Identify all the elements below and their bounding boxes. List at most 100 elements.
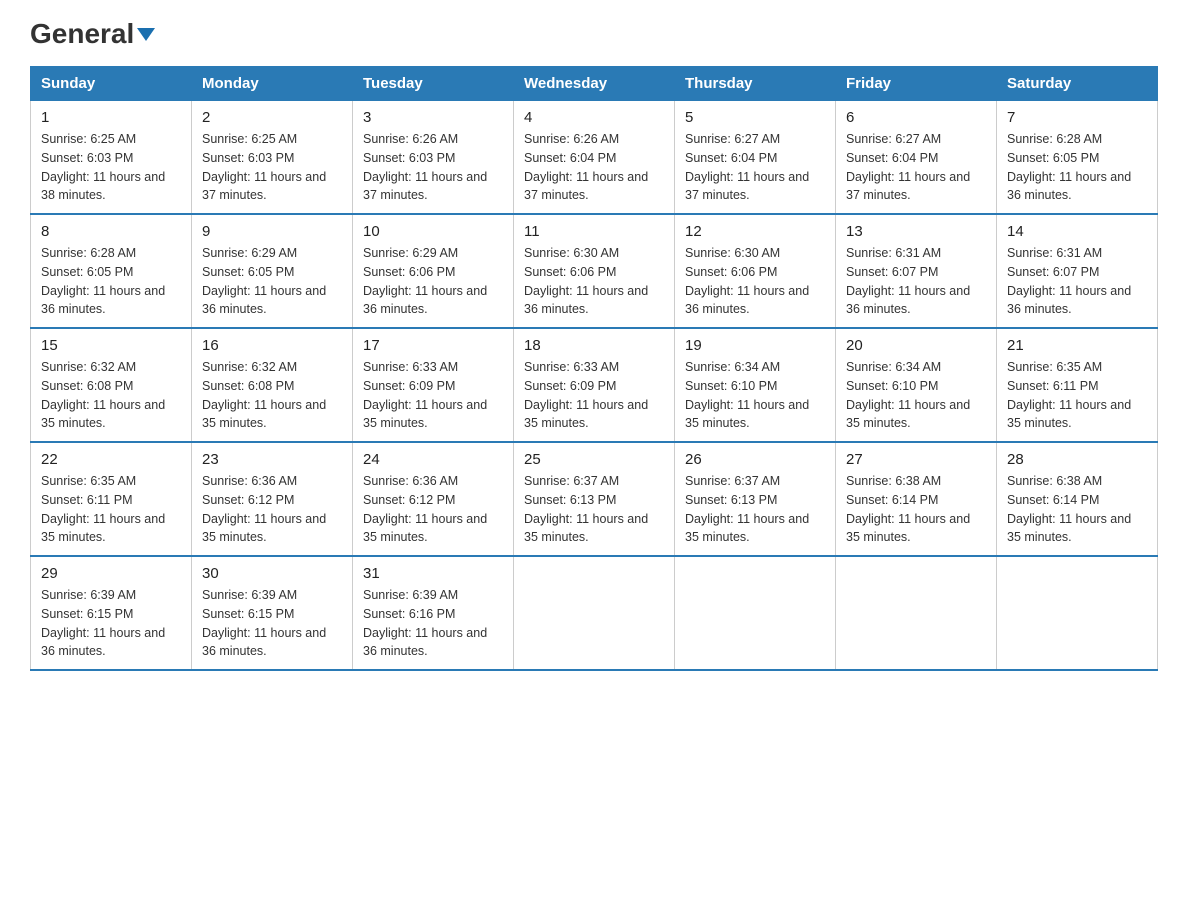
day-info: Sunrise: 6:31 AMSunset: 6:07 PMDaylight:…	[846, 244, 986, 319]
day-number: 30	[202, 565, 342, 582]
day-number: 17	[363, 337, 503, 354]
day-number: 28	[1007, 451, 1147, 468]
day-info: Sunrise: 6:39 AMSunset: 6:15 PMDaylight:…	[202, 586, 342, 661]
header-thursday: Thursday	[675, 67, 836, 101]
day-number: 11	[524, 223, 664, 240]
calendar-cell: 13 Sunrise: 6:31 AMSunset: 6:07 PMDaylig…	[836, 214, 997, 328]
day-info: Sunrise: 6:28 AMSunset: 6:05 PMDaylight:…	[1007, 130, 1147, 205]
day-number: 18	[524, 337, 664, 354]
day-number: 22	[41, 451, 181, 468]
day-info: Sunrise: 6:31 AMSunset: 6:07 PMDaylight:…	[1007, 244, 1147, 319]
day-number: 26	[685, 451, 825, 468]
day-number: 25	[524, 451, 664, 468]
day-number: 15	[41, 337, 181, 354]
day-info: Sunrise: 6:33 AMSunset: 6:09 PMDaylight:…	[524, 358, 664, 433]
day-info: Sunrise: 6:32 AMSunset: 6:08 PMDaylight:…	[202, 358, 342, 433]
calendar-cell: 7 Sunrise: 6:28 AMSunset: 6:05 PMDayligh…	[997, 101, 1158, 215]
calendar-cell: 2 Sunrise: 6:25 AMSunset: 6:03 PMDayligh…	[192, 101, 353, 215]
header-tuesday: Tuesday	[353, 67, 514, 101]
day-info: Sunrise: 6:37 AMSunset: 6:13 PMDaylight:…	[685, 472, 825, 547]
calendar-week-row: 15 Sunrise: 6:32 AMSunset: 6:08 PMDaylig…	[31, 328, 1158, 442]
header-wednesday: Wednesday	[514, 67, 675, 101]
day-number: 7	[1007, 109, 1147, 126]
calendar-cell: 27 Sunrise: 6:38 AMSunset: 6:14 PMDaylig…	[836, 442, 997, 556]
day-info: Sunrise: 6:34 AMSunset: 6:10 PMDaylight:…	[685, 358, 825, 433]
calendar-cell: 4 Sunrise: 6:26 AMSunset: 6:04 PMDayligh…	[514, 101, 675, 215]
header-monday: Monday	[192, 67, 353, 101]
day-number: 9	[202, 223, 342, 240]
day-number: 3	[363, 109, 503, 126]
day-info: Sunrise: 6:36 AMSunset: 6:12 PMDaylight:…	[363, 472, 503, 547]
day-info: Sunrise: 6:38 AMSunset: 6:14 PMDaylight:…	[1007, 472, 1147, 547]
calendar-cell	[997, 556, 1158, 670]
header-saturday: Saturday	[997, 67, 1158, 101]
calendar-week-row: 29 Sunrise: 6:39 AMSunset: 6:15 PMDaylig…	[31, 556, 1158, 670]
calendar-cell: 18 Sunrise: 6:33 AMSunset: 6:09 PMDaylig…	[514, 328, 675, 442]
day-number: 31	[363, 565, 503, 582]
day-number: 1	[41, 109, 181, 126]
day-number: 20	[846, 337, 986, 354]
day-number: 21	[1007, 337, 1147, 354]
calendar-cell: 30 Sunrise: 6:39 AMSunset: 6:15 PMDaylig…	[192, 556, 353, 670]
day-info: Sunrise: 6:39 AMSunset: 6:15 PMDaylight:…	[41, 586, 181, 661]
calendar-cell: 15 Sunrise: 6:32 AMSunset: 6:08 PMDaylig…	[31, 328, 192, 442]
day-info: Sunrise: 6:39 AMSunset: 6:16 PMDaylight:…	[363, 586, 503, 661]
day-number: 27	[846, 451, 986, 468]
day-number: 14	[1007, 223, 1147, 240]
day-number: 13	[846, 223, 986, 240]
day-info: Sunrise: 6:28 AMSunset: 6:05 PMDaylight:…	[41, 244, 181, 319]
calendar-cell: 16 Sunrise: 6:32 AMSunset: 6:08 PMDaylig…	[192, 328, 353, 442]
day-info: Sunrise: 6:30 AMSunset: 6:06 PMDaylight:…	[685, 244, 825, 319]
calendar-cell: 14 Sunrise: 6:31 AMSunset: 6:07 PMDaylig…	[997, 214, 1158, 328]
day-info: Sunrise: 6:36 AMSunset: 6:12 PMDaylight:…	[202, 472, 342, 547]
day-number: 5	[685, 109, 825, 126]
calendar-cell	[675, 556, 836, 670]
calendar-header-row: SundayMondayTuesdayWednesdayThursdayFrid…	[31, 67, 1158, 101]
calendar-cell: 12 Sunrise: 6:30 AMSunset: 6:06 PMDaylig…	[675, 214, 836, 328]
calendar-cell: 19 Sunrise: 6:34 AMSunset: 6:10 PMDaylig…	[675, 328, 836, 442]
page-header: General	[30, 20, 1158, 46]
calendar-cell: 23 Sunrise: 6:36 AMSunset: 6:12 PMDaylig…	[192, 442, 353, 556]
day-info: Sunrise: 6:25 AMSunset: 6:03 PMDaylight:…	[41, 130, 181, 205]
day-info: Sunrise: 6:32 AMSunset: 6:08 PMDaylight:…	[41, 358, 181, 433]
day-info: Sunrise: 6:35 AMSunset: 6:11 PMDaylight:…	[41, 472, 181, 547]
calendar-cell: 21 Sunrise: 6:35 AMSunset: 6:11 PMDaylig…	[997, 328, 1158, 442]
day-info: Sunrise: 6:29 AMSunset: 6:06 PMDaylight:…	[363, 244, 503, 319]
calendar-cell: 20 Sunrise: 6:34 AMSunset: 6:10 PMDaylig…	[836, 328, 997, 442]
calendar-cell: 31 Sunrise: 6:39 AMSunset: 6:16 PMDaylig…	[353, 556, 514, 670]
header-friday: Friday	[836, 67, 997, 101]
day-info: Sunrise: 6:38 AMSunset: 6:14 PMDaylight:…	[846, 472, 986, 547]
day-info: Sunrise: 6:34 AMSunset: 6:10 PMDaylight:…	[846, 358, 986, 433]
calendar-cell: 6 Sunrise: 6:27 AMSunset: 6:04 PMDayligh…	[836, 101, 997, 215]
day-info: Sunrise: 6:37 AMSunset: 6:13 PMDaylight:…	[524, 472, 664, 547]
calendar-cell: 26 Sunrise: 6:37 AMSunset: 6:13 PMDaylig…	[675, 442, 836, 556]
day-info: Sunrise: 6:33 AMSunset: 6:09 PMDaylight:…	[363, 358, 503, 433]
day-number: 2	[202, 109, 342, 126]
day-number: 16	[202, 337, 342, 354]
day-number: 10	[363, 223, 503, 240]
day-info: Sunrise: 6:26 AMSunset: 6:03 PMDaylight:…	[363, 130, 503, 205]
day-info: Sunrise: 6:29 AMSunset: 6:05 PMDaylight:…	[202, 244, 342, 319]
day-number: 23	[202, 451, 342, 468]
day-info: Sunrise: 6:27 AMSunset: 6:04 PMDaylight:…	[846, 130, 986, 205]
day-number: 12	[685, 223, 825, 240]
calendar-cell	[514, 556, 675, 670]
calendar-cell: 5 Sunrise: 6:27 AMSunset: 6:04 PMDayligh…	[675, 101, 836, 215]
calendar-cell: 8 Sunrise: 6:28 AMSunset: 6:05 PMDayligh…	[31, 214, 192, 328]
calendar-week-row: 22 Sunrise: 6:35 AMSunset: 6:11 PMDaylig…	[31, 442, 1158, 556]
calendar-cell: 1 Sunrise: 6:25 AMSunset: 6:03 PMDayligh…	[31, 101, 192, 215]
calendar-cell: 10 Sunrise: 6:29 AMSunset: 6:06 PMDaylig…	[353, 214, 514, 328]
calendar-cell: 25 Sunrise: 6:37 AMSunset: 6:13 PMDaylig…	[514, 442, 675, 556]
day-number: 6	[846, 109, 986, 126]
calendar-table: SundayMondayTuesdayWednesdayThursdayFrid…	[30, 66, 1158, 671]
calendar-cell: 9 Sunrise: 6:29 AMSunset: 6:05 PMDayligh…	[192, 214, 353, 328]
day-number: 29	[41, 565, 181, 582]
day-number: 19	[685, 337, 825, 354]
calendar-cell: 22 Sunrise: 6:35 AMSunset: 6:11 PMDaylig…	[31, 442, 192, 556]
logo: General	[30, 20, 155, 46]
calendar-cell: 3 Sunrise: 6:26 AMSunset: 6:03 PMDayligh…	[353, 101, 514, 215]
calendar-week-row: 1 Sunrise: 6:25 AMSunset: 6:03 PMDayligh…	[31, 101, 1158, 215]
calendar-cell: 11 Sunrise: 6:30 AMSunset: 6:06 PMDaylig…	[514, 214, 675, 328]
logo-general: General	[30, 20, 155, 48]
calendar-cell: 29 Sunrise: 6:39 AMSunset: 6:15 PMDaylig…	[31, 556, 192, 670]
